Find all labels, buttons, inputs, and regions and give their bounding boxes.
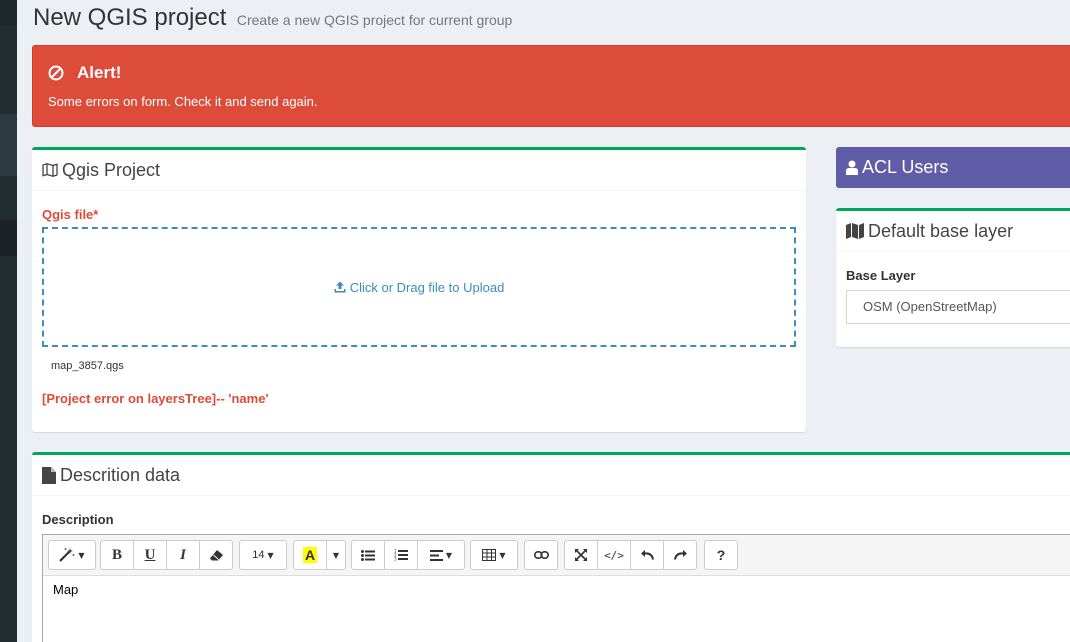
clear-format-button[interactable] [199,540,233,570]
table-group: ▼ [470,540,518,570]
file-icon [42,466,56,484]
underline-button[interactable]: U [133,540,167,570]
ban-icon [48,65,64,81]
qgis-project-title: Qgis Project [62,159,161,180]
align-button[interactable]: ▼ [417,540,465,570]
map-outline-icon [42,163,58,177]
description-title: Descrition data [60,464,181,485]
font-size-group: 14 ▼ [239,540,287,570]
style-button[interactable]: ▼ [48,540,96,570]
qgis-project-header: Qgis Project [32,150,806,191]
acl-users-box[interactable]: ACL Users [836,147,1070,188]
undo-icon [640,550,654,560]
color-group: A ▼ [293,540,346,570]
paragraph-group: 1 2 3 ▼ [351,540,465,570]
project-error: [Project error on layersTree]-- 'name' [42,391,269,406]
help-button[interactable]: ? [704,540,738,570]
acl-users-title: ACL Users [862,157,949,177]
alert-title: Alert! [77,63,122,82]
align-left-icon [429,549,443,561]
sidebar [0,0,17,642]
color-dropdown-button[interactable]: ▼ [326,540,346,570]
description-label: Description [42,512,114,527]
link-group [524,540,558,570]
chevron-down-icon: ▼ [267,550,274,560]
base-layer-label: Base Layer [846,268,916,283]
page-title: New QGIS project [33,4,227,31]
base-layer-box: Default base layer Base Layer OSM (OpenS… [836,208,1070,347]
chevron-down-icon: ▼ [445,550,453,560]
file-dropzone[interactable]: Click or Drag file to Upload [42,227,796,347]
italic-button[interactable]: I [166,540,200,570]
page-subtitle: Create a new QGIS project for current gr… [236,12,513,28]
font-color-letter: A [302,547,318,563]
alert-heading: Alert! [48,63,121,83]
page-header: New QGIS project Create a new QGIS proje… [33,4,512,32]
qgis-file-label: Qgis file* [42,207,99,222]
editor-content[interactable]: Map [43,576,1070,603]
sidebar-item[interactable] [0,220,17,256]
expand-icon [575,549,587,561]
code-view-button[interactable]: </> [597,540,631,570]
font-size-button[interactable]: 14 ▼ [239,540,287,570]
link-icon [533,551,549,559]
error-alert: Alert! Some errors on form. Check it and… [32,45,1070,127]
base-layer-select[interactable]: OSM (OpenStreetMap) [846,290,1070,324]
list-ol-icon: 1 2 3 [394,549,408,561]
list-ul-icon [361,549,375,561]
bold-button[interactable]: B [100,540,134,570]
font-style-group: B U I [100,540,233,570]
magic-wand-icon [59,548,75,562]
svg-text:3: 3 [394,557,397,562]
chevron-down-icon: ▼ [78,550,85,560]
font-size-value: 14 [252,549,265,561]
undo-button[interactable] [630,540,664,570]
help-group: ? [704,540,738,570]
font-color-button[interactable]: A [293,540,327,570]
uploaded-filename: map_3857.qgs [51,360,124,372]
chevron-down-icon: ▼ [499,550,506,560]
user-icon [846,160,858,175]
unordered-list-button[interactable] [351,540,385,570]
table-icon [482,549,497,561]
alert-message: Some errors on form. Check it and send a… [48,94,318,109]
sidebar-item[interactable] [0,0,17,26]
style-group: ▼ [48,540,96,570]
ordered-list-button[interactable]: 1 2 3 [384,540,418,570]
editor-toolbar: ▼ B U I 14 ▼ A ▼ 1 2 3 ▼ ▼ </> ? [43,535,1070,576]
table-button[interactable]: ▼ [470,540,518,570]
description-box: Descrition data Description ▼ B U I 14 ▼… [32,452,1070,642]
redo-icon [673,550,687,560]
redo-button[interactable] [663,540,697,570]
eraser-icon [209,549,223,560]
base-layer-title: Default base layer [868,220,1014,241]
chevron-down-icon: ▼ [332,550,340,560]
description-header: Descrition data [32,455,1070,496]
view-group: </> [564,540,697,570]
link-button[interactable] [524,540,558,570]
upload-icon [334,281,346,293]
rich-text-editor: ▼ B U I 14 ▼ A ▼ 1 2 3 ▼ ▼ </> ? Map [42,534,1070,642]
fullscreen-button[interactable] [564,540,598,570]
sidebar-item-active[interactable] [0,114,17,176]
qgis-project-box: Qgis Project Qgis file* Click or Drag fi… [32,147,806,432]
base-layer-header: Default base layer [836,211,1070,252]
map-icon [846,223,864,239]
upload-text: Click or Drag file to Upload [349,279,505,295]
